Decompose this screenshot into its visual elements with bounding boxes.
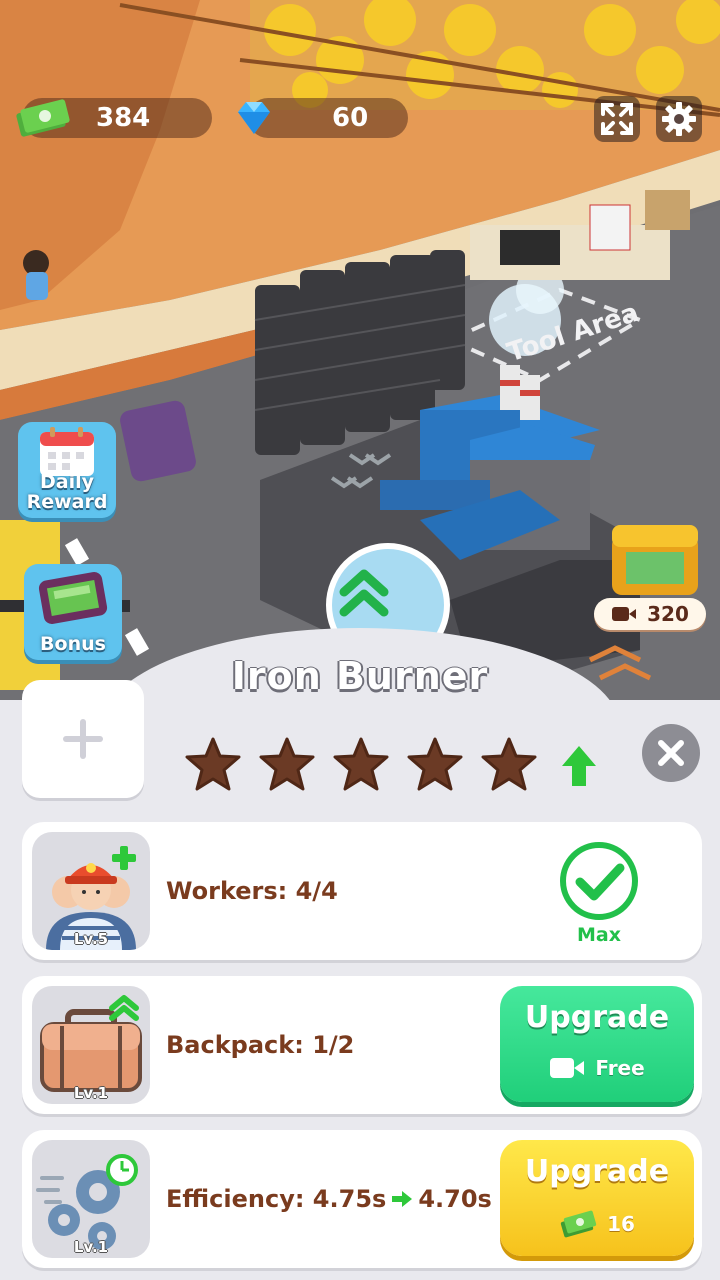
efficiency-upgrade-price: 16 [607, 1212, 635, 1236]
close-button[interactable] [642, 724, 700, 782]
fullscreen-icon [601, 103, 633, 135]
cash-value: 384 [96, 103, 151, 133]
star-icon-5 [481, 737, 537, 791]
calendar-icon [40, 427, 94, 476]
star-icon-2 [259, 737, 315, 791]
workers-row: Lv.5 Workers: 4/4 Max [22, 822, 702, 960]
efficiency-icon-tile: Lv.1 [32, 1140, 150, 1258]
workers-max-label: Max [577, 924, 621, 946]
efficiency-upgrade-cost: 16 [500, 1210, 694, 1238]
building-title: Iron Burner [231, 654, 489, 698]
cash-counter: 384 [16, 98, 212, 138]
settings-button[interactable] [656, 96, 702, 142]
daily-reward-label-line2: Reward [26, 491, 108, 513]
video-icon [612, 607, 637, 621]
workers-icon-tile: Lv.5 [32, 832, 150, 950]
efficiency-current: Efficiency: 4.75s [166, 1185, 387, 1213]
check-icon [560, 842, 638, 920]
video-icon [550, 1058, 585, 1078]
efficiency-upgrade-title: Upgrade [524, 1154, 670, 1189]
backpack-icon-tile: Lv.1 [32, 986, 150, 1104]
cash-case-icon [38, 572, 108, 624]
upgrade-arrow-icon [562, 746, 596, 786]
add-slot-button[interactable] [22, 680, 144, 798]
bonus-label: Bonus [40, 633, 106, 655]
efficiency-label: Efficiency: 4.75s 4.70s [166, 1130, 492, 1268]
daily-reward-button[interactable]: Daily Reward [18, 422, 116, 518]
plus-icon [63, 719, 103, 759]
chest-reward-value: 320 [647, 602, 689, 626]
gem-value: 60 [332, 103, 369, 133]
backpack-level: Lv.1 [73, 1084, 109, 1102]
backpack-row: Lv.1 Backpack: 1/2 Upgrade Free [22, 976, 702, 1114]
efficiency-row: Lv.1 Efficiency: 4.75s 4.70s Upgrade 16 [22, 1130, 702, 1268]
backpack-label: Backpack: 1/2 [166, 1031, 355, 1059]
arrow-right-icon [392, 1191, 413, 1207]
gear-icon [662, 102, 696, 136]
chest-reward-badge[interactable]: 320 [594, 598, 706, 630]
workers-level: Lv.5 [73, 930, 109, 948]
star-icon-1 [185, 737, 241, 791]
efficiency-level: Lv.1 [73, 1238, 109, 1256]
star-icon-4 [407, 737, 463, 791]
daily-reward-label: Daily Reward [27, 472, 108, 512]
efficiency-next: 4.70s [418, 1185, 492, 1213]
backpack-upgrade-free: Free [595, 1056, 645, 1080]
diamond-icon [238, 102, 270, 134]
backpack-upgrade-button[interactable]: Upgrade Free [500, 986, 694, 1102]
fullscreen-button[interactable] [594, 96, 640, 142]
workers-label: Workers: 4/4 [166, 877, 338, 905]
cash-icon [16, 99, 70, 137]
cash-icon [560, 1210, 597, 1238]
backpack-upgrade-sub: Free [500, 1056, 694, 1080]
efficiency-upgrade-button[interactable]: Upgrade 16 [500, 1140, 694, 1256]
gem-counter: 60 [238, 98, 408, 138]
close-icon [658, 740, 684, 766]
bonus-button[interactable]: Bonus [24, 564, 122, 660]
backpack-upgrade-title: Upgrade [524, 1000, 670, 1035]
star-icon-3 [333, 737, 389, 791]
